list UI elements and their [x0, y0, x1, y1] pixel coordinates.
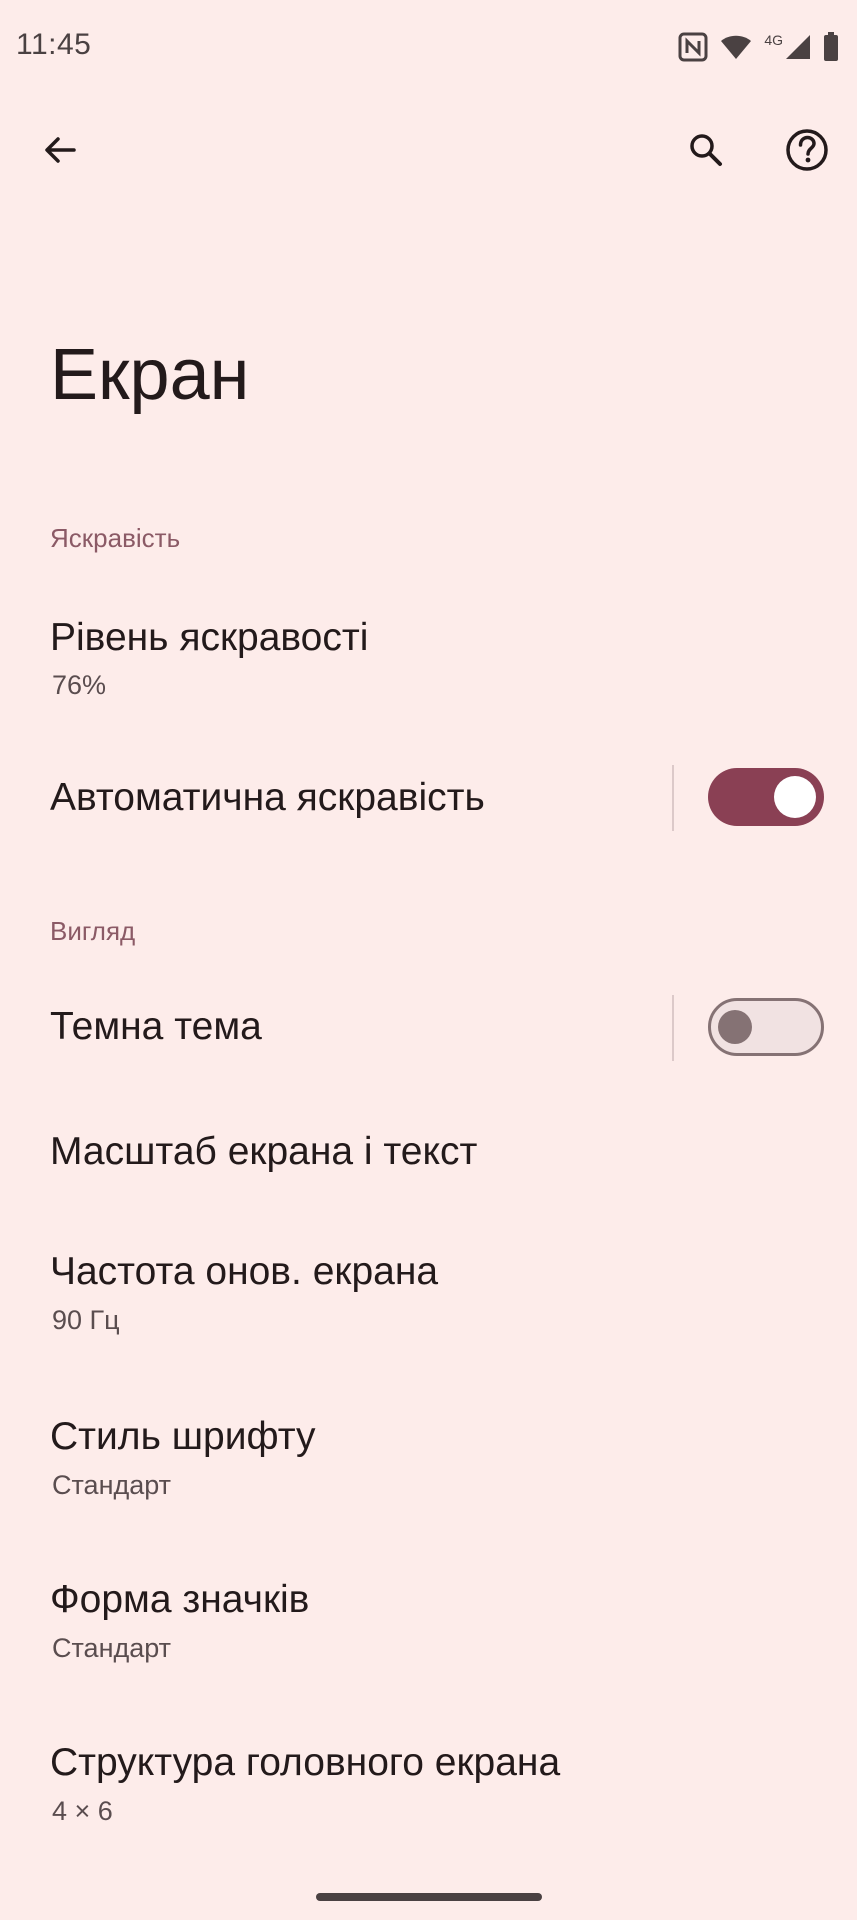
status-bar: 11:45 4G [0, 0, 857, 96]
item-divider [672, 765, 674, 831]
refresh-rate-title: Частота онов. екрана [50, 1250, 439, 1293]
brightness-level-item[interactable]: Рівень яскравості 76% [0, 590, 857, 720]
nfc-icon [678, 32, 708, 62]
font-style-title: Стиль шрифту [50, 1415, 316, 1458]
icon-shape-item[interactable]: Форма значків Стандарт [0, 1552, 857, 1682]
search-icon [687, 131, 725, 174]
help-icon [785, 128, 829, 177]
network-type-label: 4G [764, 32, 783, 48]
home-grid-title: Структура головного екрана [50, 1741, 561, 1784]
font-style-value: Стандарт [52, 1470, 172, 1500]
dark-theme-toggle[interactable] [708, 998, 824, 1056]
icon-shape-value: Стандарт [52, 1633, 172, 1663]
home-grid-item[interactable]: Структура головного екрана 4 × 6 [0, 1715, 857, 1845]
search-button[interactable] [674, 120, 738, 184]
battery-icon [823, 32, 839, 62]
toggle-thumb [718, 1010, 752, 1044]
wifi-icon [720, 33, 752, 61]
cellular-signal-icon [785, 34, 811, 60]
brightness-level-value: 76% [52, 670, 107, 700]
section-header-appearance: Вигляд [50, 916, 136, 946]
icon-shape-title: Форма значків [50, 1578, 310, 1621]
toggle-thumb [774, 776, 816, 818]
status-time: 11:45 [16, 28, 92, 61]
refresh-rate-item[interactable]: Частота онов. екрана 90 Гц [0, 1225, 857, 1355]
top-app-bar [0, 110, 857, 194]
status-icons: 4G [678, 30, 839, 64]
display-size-item[interactable]: Масштаб екрана і текст [0, 1100, 857, 1210]
auto-brightness-toggle[interactable] [708, 768, 824, 826]
help-button[interactable] [775, 120, 839, 184]
brightness-level-title: Рівень яскравості [50, 616, 369, 659]
auto-brightness-item[interactable]: Автоматична яскравість [0, 745, 857, 850]
display-size-title: Масштаб екрана і текст [50, 1130, 478, 1173]
section-header-brightness: Яскравість [50, 523, 181, 553]
item-divider [672, 995, 674, 1061]
gesture-nav-handle[interactable] [316, 1893, 542, 1901]
auto-brightness-title: Автоматична яскравість [50, 776, 485, 819]
dark-theme-item[interactable]: Темна тема [0, 975, 857, 1080]
back-arrow-icon [42, 132, 78, 173]
dark-theme-title: Темна тема [50, 1005, 262, 1048]
back-button[interactable] [28, 120, 92, 184]
font-style-item[interactable]: Стиль шрифту Стандарт [0, 1388, 857, 1518]
refresh-rate-value: 90 Гц [52, 1305, 120, 1335]
page-title: Екран [50, 335, 250, 415]
home-grid-value: 4 × 6 [52, 1796, 113, 1826]
